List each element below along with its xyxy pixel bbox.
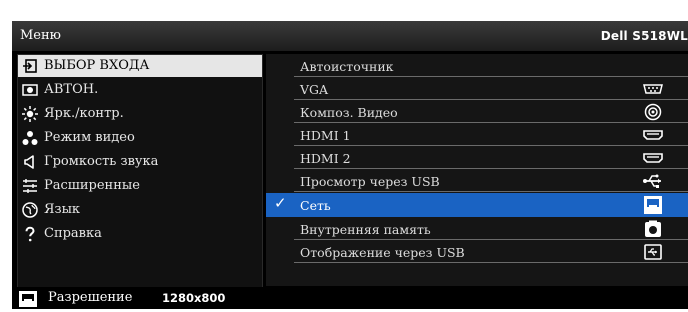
option-composite-video[interactable]: Композ. Видео bbox=[266, 101, 688, 123]
divider bbox=[294, 168, 688, 169]
divider bbox=[294, 239, 688, 240]
video-mode-icon bbox=[22, 130, 38, 146]
menu-title: Меню bbox=[20, 28, 61, 43]
option-label: Композ. Видео bbox=[300, 105, 398, 120]
menu-item-label: АВТОН. bbox=[44, 82, 99, 97]
input-source-icon bbox=[22, 58, 38, 74]
internal-memory-icon bbox=[642, 220, 664, 238]
divider bbox=[294, 262, 688, 263]
main-menu-panel: ВЫБОР ВХОДА АВТОН. Ярк./контр. Режим вид… bbox=[17, 54, 263, 288]
network-icon bbox=[18, 290, 38, 308]
divider bbox=[294, 99, 688, 100]
option-label: HDMI 2 bbox=[300, 151, 351, 166]
speaker-icon bbox=[22, 154, 38, 170]
menu-item-language[interactable]: Язык bbox=[18, 199, 262, 221]
hdmi-port-icon bbox=[642, 126, 664, 144]
composite-port-icon bbox=[642, 103, 664, 121]
menu-item-advanced[interactable]: Расширенные bbox=[18, 175, 262, 197]
osd-menu: Меню Dell S518WL ВЫБОР ВХОДА АВТОН. Ярк.… bbox=[12, 21, 688, 309]
menu-header: Меню Dell S518WL bbox=[12, 21, 688, 51]
option-label: Отображение через USB bbox=[300, 245, 465, 260]
option-internal-memory[interactable]: Внутренняя память bbox=[266, 218, 688, 240]
status-bar: Разрешение 1280x800 bbox=[12, 287, 688, 309]
option-label: Автоисточник bbox=[300, 59, 394, 74]
hdmi-port-icon bbox=[642, 149, 664, 167]
model-name: Dell S518WL bbox=[600, 29, 688, 43]
divider bbox=[294, 191, 688, 192]
menu-item-label: Язык bbox=[44, 202, 81, 217]
vga-port-icon bbox=[642, 80, 664, 98]
divider bbox=[294, 122, 688, 123]
resolution-label: Разрешение bbox=[48, 290, 133, 305]
usb-icon bbox=[642, 172, 664, 190]
menu-item-video-mode[interactable]: Режим видео bbox=[18, 127, 262, 149]
option-hdmi2[interactable]: HDMI 2 bbox=[266, 147, 688, 169]
menu-item-volume[interactable]: Громкость звука bbox=[18, 151, 262, 173]
resolution-value: 1280x800 bbox=[162, 291, 226, 305]
usb-display-icon bbox=[642, 243, 664, 261]
submenu-panel: Автоисточник VGA Композ. Видео HDMI 1 HD… bbox=[266, 54, 688, 286]
help-icon bbox=[22, 226, 38, 242]
menu-item-label: Ярк./контр. bbox=[44, 106, 124, 121]
option-label: Внутренняя память bbox=[300, 222, 431, 237]
option-hdmi1[interactable]: HDMI 1 bbox=[266, 124, 688, 146]
advanced-settings-icon bbox=[22, 178, 38, 194]
option-usb-viewer[interactable]: Просмотр через USB bbox=[266, 170, 688, 192]
option-label: Просмотр через USB bbox=[300, 174, 440, 189]
menu-item-input-select[interactable]: ВЫБОР ВХОДА bbox=[18, 55, 262, 77]
divider bbox=[294, 145, 688, 146]
menu-item-help[interactable]: Справка bbox=[18, 223, 262, 245]
menu-item-standalone[interactable]: АВТОН. bbox=[18, 79, 262, 101]
option-label: HDMI 1 bbox=[300, 128, 351, 143]
option-label: VGA bbox=[300, 82, 329, 97]
menu-item-label: Расширенные bbox=[44, 178, 140, 193]
menu-item-brightness[interactable]: Ярк./контр. bbox=[18, 103, 262, 125]
option-vga[interactable]: VGA bbox=[266, 78, 688, 100]
option-auto-source[interactable]: Автоисточник bbox=[266, 55, 688, 77]
globe-icon bbox=[22, 202, 38, 218]
menu-item-label: Громкость звука bbox=[44, 154, 159, 169]
menu-item-label: Режим видео bbox=[44, 130, 135, 145]
option-network[interactable]: ✓ Сеть bbox=[266, 193, 688, 217]
option-label: Сеть bbox=[300, 198, 331, 213]
standalone-icon bbox=[22, 82, 38, 98]
divider bbox=[294, 76, 688, 77]
menu-item-label: ВЫБОР ВХОДА bbox=[44, 58, 150, 73]
brightness-icon bbox=[22, 106, 38, 122]
network-icon bbox=[642, 195, 664, 215]
menu-item-label: Справка bbox=[44, 226, 102, 241]
option-usb-display[interactable]: Отображение через USB bbox=[266, 241, 688, 263]
checkmark-icon: ✓ bbox=[274, 194, 287, 212]
